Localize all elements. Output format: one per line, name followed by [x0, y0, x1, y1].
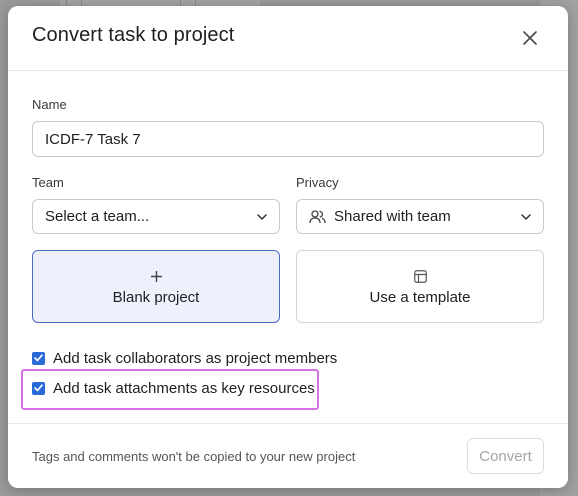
collaborators-checkbox-label: Add task collaborators as project member…: [53, 349, 338, 367]
chevron-down-icon: [257, 213, 267, 220]
dialog-footer: Tags and comments won't be copied to you…: [8, 423, 568, 488]
team-label: Team: [32, 175, 64, 190]
highlight-outline: [21, 369, 319, 410]
checkmark-icon: [34, 354, 43, 362]
use-template-option[interactable]: Use a template: [296, 250, 544, 323]
footer-note: Tags and comments won't be copied to you…: [32, 449, 356, 464]
close-button[interactable]: [518, 26, 542, 50]
dialog-header: Convert task to project: [8, 6, 568, 71]
privacy-label: Privacy: [296, 175, 339, 190]
close-icon: [523, 31, 537, 45]
collaborators-checkbox-row: Add task collaborators as project member…: [32, 348, 337, 368]
name-input[interactable]: [32, 121, 544, 157]
team-select-value: Select a team...: [45, 208, 150, 225]
use-template-label: Use a template: [369, 289, 471, 306]
name-label: Name: [32, 97, 67, 112]
people-icon: [309, 209, 326, 224]
blank-project-option[interactable]: Blank project: [32, 250, 280, 323]
blank-project-label: Blank project: [112, 289, 200, 306]
privacy-select-value: Shared with team: [334, 208, 451, 225]
dialog-title: Convert task to project: [32, 24, 235, 46]
template-icon: [413, 267, 427, 285]
plus-icon: [150, 267, 162, 285]
convert-button[interactable]: Convert: [467, 438, 544, 474]
team-select[interactable]: Select a team...: [32, 199, 280, 234]
convert-task-dialog: Convert task to project Name Team Select…: [8, 6, 568, 488]
chevron-down-icon: [521, 213, 531, 220]
privacy-select[interactable]: Shared with team: [296, 199, 544, 234]
collaborators-checkbox[interactable]: [32, 351, 45, 365]
